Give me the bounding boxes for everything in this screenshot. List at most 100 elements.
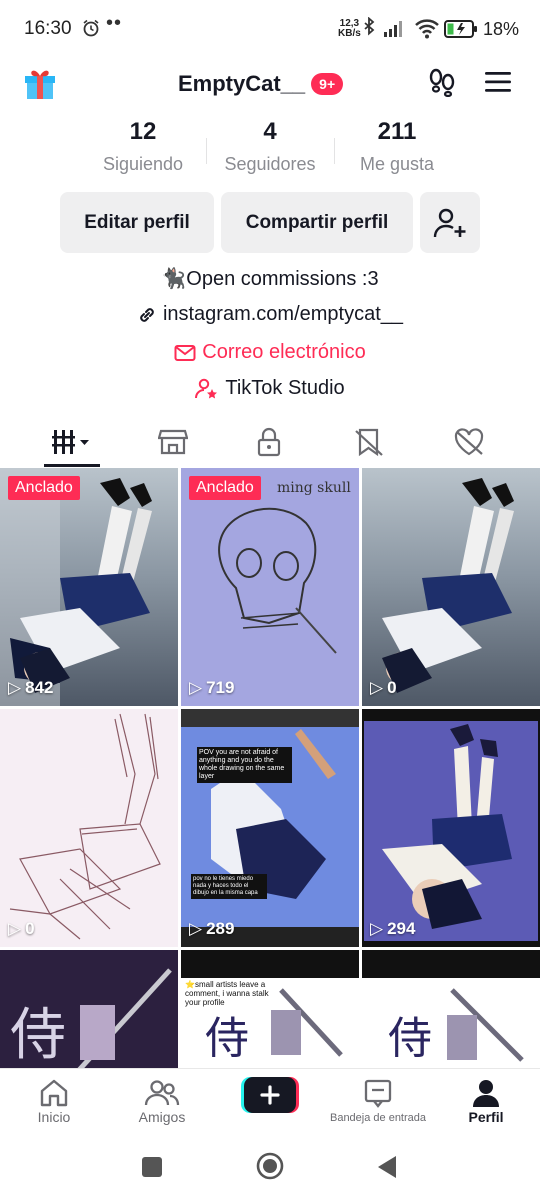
bio-link[interactable]: instagram.com/emptycat__ [0,303,540,326]
system-icons [362,16,442,46]
thumbnail-art [181,709,359,947]
nav-profile[interactable]: Perfil [432,1077,540,1125]
heart-hidden-icon [454,428,484,456]
tab-videos[interactable] [48,424,98,460]
share-profile-button[interactable]: Compartir perfil [221,192,413,253]
link-icon [140,307,154,322]
stat-value: 211 [377,118,417,145]
username-row[interactable]: EmptyCat__ 9+ [178,71,344,97]
video-thumbnail[interactable]: Anclado ▷ 842 [0,468,178,706]
shop-icon [158,429,188,455]
profile-actions: Editar perfil Compartir perfil [0,192,540,254]
video-thumbnail[interactable]: ▷ 294 [362,709,540,947]
add-person-icon [433,208,466,237]
clock: 16:30 [24,18,72,39]
edit-profile-button[interactable]: Editar perfil [60,192,214,253]
network-speed: 12,3 KB/s [338,19,361,39]
view-count-value: 294 [387,919,416,938]
tab-liked[interactable] [444,424,494,460]
content-tabs [0,418,540,468]
tab-saved[interactable] [344,424,394,460]
alarm-icon [82,19,100,42]
thumbnail-art [0,468,152,706]
profile-icon [473,1080,499,1107]
kanji-art: 侍 [10,1003,66,1068]
bluetooth-icon [364,16,375,36]
back-button[interactable] [376,1154,398,1185]
play-icon: ▷ [189,678,203,697]
tiktok-studio-link[interactable]: TikTok Studio [0,377,540,400]
view-count: ▷ 0 [370,678,397,698]
home-icon [40,1079,68,1107]
studio-text: TikTok Studio [225,377,345,399]
friends-icon [144,1080,180,1106]
kanji-art: 侍 [388,1013,432,1064]
profile-header: EmptyCat__ 9+ [0,55,540,111]
video-thumbnail[interactable]: 侍 [362,950,540,1068]
nav-label: Perfil [468,1109,504,1125]
inbox-icon [364,1079,392,1108]
home-button[interactable] [256,1152,284,1185]
view-count-value: 289 [206,919,235,938]
nav-label: Bandeja de entrada [329,1112,427,1124]
notification-badge: 9+ [311,73,344,95]
menu-icon[interactable] [484,70,512,99]
email-text: Correo electrónico [202,341,366,363]
mail-icon [174,344,196,361]
nav-friends[interactable]: Amigos [108,1077,216,1125]
notification-dots: •• [106,12,123,34]
video-overlay-text: pov no le tienes miedo nada y haces todo… [191,874,267,899]
thumbnail-art [181,468,359,706]
pinned-badge: Anclado [8,476,80,500]
video-thumbnail[interactable]: ▷ 0 [0,709,178,947]
footprints-icon[interactable] [427,67,457,102]
profile-stats: 12 Siguiendo 4 Seguidores 211 Me gusta [0,118,540,182]
video-overlay-text: POV you are not afraid of anything and y… [197,747,292,783]
bio-text: 🐈‍⬛Open commissions :3 [0,266,540,291]
play-icon: ▷ [189,919,203,938]
bio-line: 🐈‍⬛Open commissions :3 [161,268,379,290]
username: EmptyCat__ [178,71,306,96]
tab-private[interactable] [244,424,294,460]
video-caption: ming skull [277,480,351,496]
active-tab-indicator [44,464,100,467]
video-thumbnail[interactable]: ▷ 0 [362,468,540,706]
grid-icon [52,430,89,454]
play-icon: ▷ [8,678,22,697]
video-thumbnail[interactable]: ⭐small artists leave a comment, i wanna … [181,950,359,1068]
nav-home[interactable]: Inicio [0,1077,108,1125]
nav-inbox[interactable]: Bandeja de entrada [324,1077,432,1124]
back-triangle-icon [378,1156,396,1178]
view-count: ▷ 294 [370,919,415,939]
view-count: ▷ 842 [8,678,53,698]
add-friend-button[interactable] [420,192,480,253]
tab-shop[interactable] [148,424,198,460]
circle-icon [256,1152,284,1180]
stat-likes[interactable]: 211 Me gusta [322,118,472,175]
email-link[interactable]: Correo electrónico [0,341,540,364]
link-text: instagram.com/emptycat__ [162,303,404,325]
play-icon: ▷ [370,919,384,938]
view-count: ▷ 289 [189,919,234,939]
video-grid: Anclado ▷ 842 ming skull Anclado ▷ 719 ▷ 0 [0,468,540,1068]
studio-icon [195,378,218,398]
battery-icon [444,19,478,44]
lock-icon [257,427,281,457]
video-thumbnail[interactable]: 侍 [0,950,178,1068]
thumbnail-art [382,478,514,693]
nav-label: Inicio [37,1109,71,1125]
thumbnail-art [364,721,538,941]
create-button[interactable] [241,1077,299,1113]
recents-button[interactable] [141,1156,163,1183]
view-count-value: 0 [25,919,35,938]
play-icon: ▷ [370,678,384,697]
video-thumbnail[interactable]: POV you are not afraid of anything and y… [181,709,359,947]
battery-percent: 18% [483,19,520,39]
video-thumbnail[interactable]: ming skull Anclado ▷ 719 [181,468,359,706]
system-navigation [0,1136,540,1200]
square-icon [142,1157,162,1177]
view-count-value: 719 [206,678,235,697]
play-icon: ▷ [8,919,22,938]
nav-label: Amigos [138,1109,186,1125]
gift-icon[interactable] [24,67,56,106]
